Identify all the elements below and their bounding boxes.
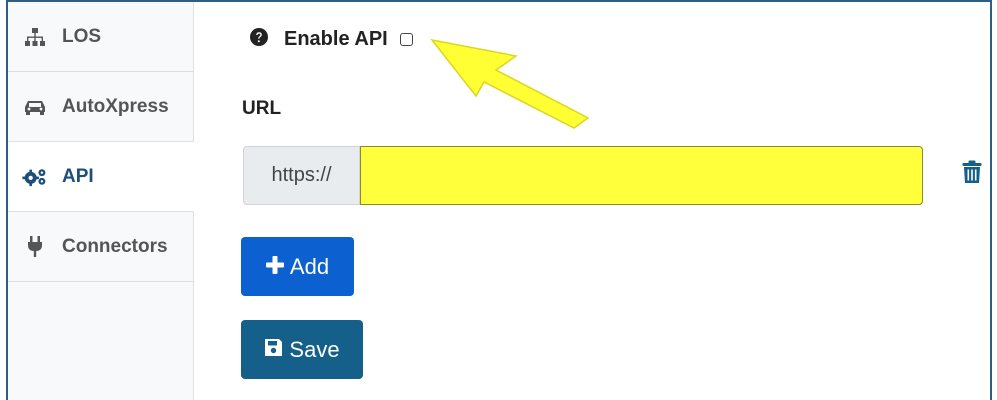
add-button[interactable]: Add xyxy=(241,237,354,296)
sidebar-item-los[interactable]: LOS xyxy=(8,2,193,72)
sidebar-item-connectors[interactable]: Connectors xyxy=(8,212,193,282)
cogs-icon xyxy=(22,166,48,188)
sidebar-item-label: Connectors xyxy=(62,235,168,257)
url-input[interactable] xyxy=(360,146,923,205)
plus-icon xyxy=(265,254,284,280)
question-circle-icon[interactable] xyxy=(250,28,268,51)
save-button[interactable]: Save xyxy=(241,320,363,379)
app-window: LOS AutoXpress API Connectors Enable API… xyxy=(6,0,992,400)
trash-icon[interactable] xyxy=(962,160,982,189)
url-label: URL xyxy=(242,98,282,119)
sidebar-item-autoxpress[interactable]: AutoXpress xyxy=(8,72,193,142)
sidebar-item-label: LOS xyxy=(62,25,102,47)
plug-icon xyxy=(22,235,48,258)
main-panel: Enable API URL https:// Add Save xyxy=(194,2,990,400)
add-button-label: Add xyxy=(289,253,330,279)
sidebar-item-label: API xyxy=(62,165,94,187)
car-icon xyxy=(22,98,48,116)
sidebar-item-label: AutoXpress xyxy=(62,95,169,117)
sidebar-item-api[interactable]: API xyxy=(8,142,194,212)
floppy-disk-icon xyxy=(264,337,283,363)
sidebar: LOS AutoXpress API Connectors xyxy=(8,2,194,400)
url-input-group: https:// xyxy=(243,146,923,205)
sitemap-icon xyxy=(22,27,48,47)
save-button-label: Save xyxy=(289,336,340,362)
url-prefix: https:// xyxy=(243,146,360,205)
enable-api-checkbox[interactable] xyxy=(399,33,413,46)
enable-api-row: Enable API xyxy=(250,28,413,51)
enable-api-label: Enable API xyxy=(284,28,388,50)
